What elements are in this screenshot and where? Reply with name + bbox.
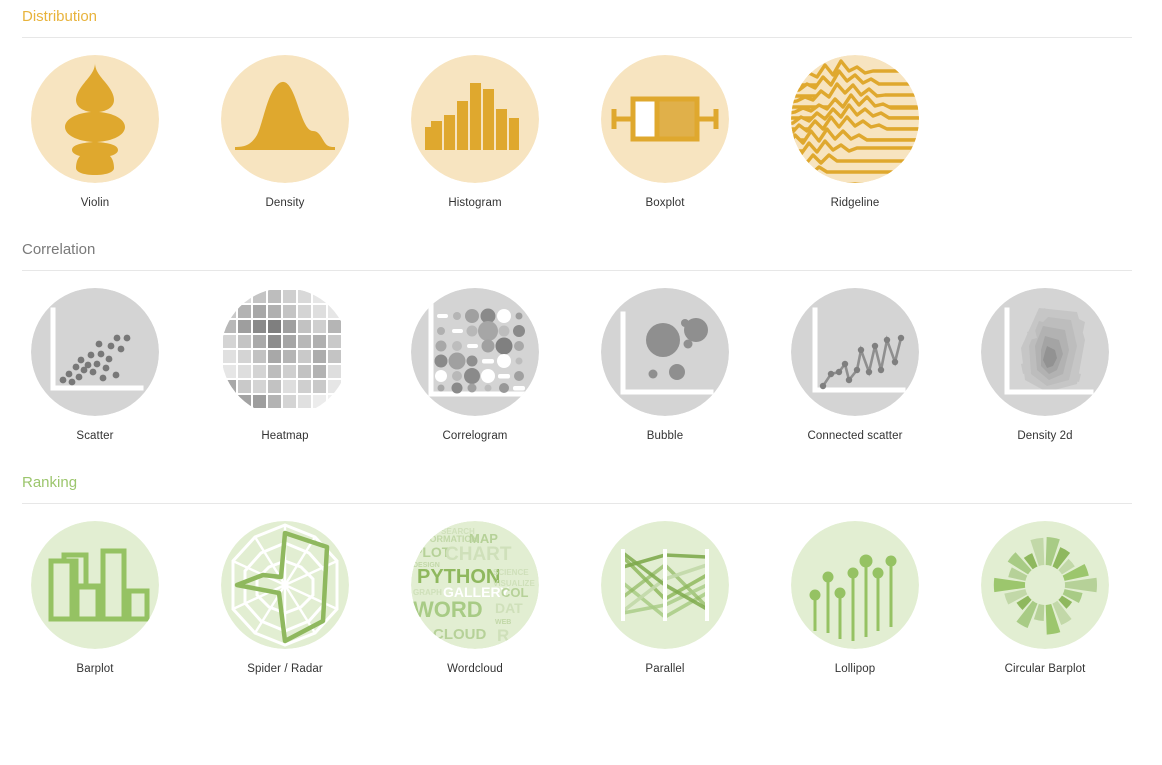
svg-text:WORD: WORD (413, 597, 483, 622)
section-ranking: Ranking Barplot Spider / Radar SEARCH IN… (0, 443, 1162, 676)
barplot-icon[interactable] (31, 521, 159, 649)
chart-card-histogram[interactable]: Histogram (380, 55, 570, 210)
chart-card-label: Circular Barplot (1004, 663, 1086, 675)
boxplot-icon[interactable] (601, 55, 729, 183)
chart-card-label: Histogram (448, 197, 502, 209)
ridgeline-icon[interactable] (791, 55, 919, 183)
svg-text:R: R (497, 626, 509, 645)
svg-text:WEB: WEB (495, 619, 511, 626)
circular-barplot-icon[interactable] (981, 521, 1109, 649)
chart-card-lollipop[interactable]: Lollipop (760, 521, 950, 676)
chart-card-barplot[interactable]: Barplot (0, 521, 190, 676)
chart-card-correlogram[interactable]: Correlogram (380, 288, 570, 443)
chart-card-label: Bubble (646, 430, 684, 442)
histogram-icon[interactable] (411, 55, 539, 183)
section-title-correlation: Correlation (22, 241, 96, 258)
chart-card-parallel[interactable]: Parallel (570, 521, 760, 676)
chart-card-label: Scatter (76, 430, 114, 442)
chart-card-boxplot[interactable]: Boxplot (570, 55, 760, 210)
svg-text:CHART: CHART (445, 544, 512, 565)
chart-card-label: Ridgeline (830, 197, 880, 209)
lollipop-icon[interactable] (791, 521, 919, 649)
chart-card-label: Spider / Radar (247, 663, 323, 675)
wordcloud-icon[interactable]: SEARCH INFORMATION MAP PLOT CHART DESIGN… (411, 521, 539, 649)
chart-card-spider-radar[interactable]: Spider / Radar (190, 521, 380, 676)
chart-gallery-page: Distribution Violin Density Histogram Bo… (0, 0, 1162, 765)
svg-text:SCIENCE: SCIENCE (493, 568, 529, 577)
chart-card-label: Heatmap (261, 430, 309, 442)
bubble-icon[interactable] (601, 288, 729, 416)
chart-card-circular-barplot[interactable]: Circular Barplot (950, 521, 1140, 676)
chart-card-violin[interactable]: Violin (0, 55, 190, 210)
svg-text:DAT: DAT (495, 600, 523, 616)
chart-card-bubble[interactable]: Bubble (570, 288, 760, 443)
chart-card-density[interactable]: Density (190, 55, 380, 210)
chart-card-label: Wordcloud (447, 663, 503, 675)
violin-icon[interactable] (31, 55, 159, 183)
scatter-icon[interactable] (31, 288, 159, 416)
correlogram-icon[interactable] (411, 288, 539, 416)
chart-card-label: Boxplot (645, 197, 685, 209)
chart-card-density-2d[interactable]: Density 2d (950, 288, 1140, 443)
connected-scatter-icon[interactable] (791, 288, 919, 416)
density-icon[interactable] (221, 55, 349, 183)
chart-card-ridgeline[interactable]: Ridgeline (760, 55, 950, 210)
chart-card-label: Density 2d (1017, 430, 1073, 442)
chart-row-correlation: Scatter Heatmap Correlogram Bubble Conne… (0, 271, 1162, 443)
chart-card-label: Correlogram (442, 430, 508, 442)
section-title-distribution: Distribution (22, 8, 98, 25)
chart-row-ranking: Barplot Spider / Radar SEARCH INFORMATIO… (0, 504, 1162, 676)
svg-text:CLOUD: CLOUD (433, 626, 486, 643)
section-distribution: Distribution Violin Density Histogram Bo… (0, 0, 1162, 210)
chart-card-wordcloud[interactable]: SEARCH INFORMATION MAP PLOT CHART DESIGN… (380, 521, 570, 676)
section-correlation: Correlation Scatter Heatmap Correlogram … (0, 210, 1162, 443)
chart-card-label: Parallel (645, 663, 685, 675)
parallel-icon[interactable] (601, 521, 729, 649)
chart-card-label: Density (265, 197, 305, 209)
chart-card-label: Barplot (76, 663, 114, 675)
svg-text:GRAPH: GRAPH (413, 588, 442, 597)
chart-card-label: Lollipop (834, 663, 876, 675)
spider-radar-icon[interactable] (221, 521, 349, 649)
chart-card-connected-scatter[interactable]: Connected scatter (760, 288, 950, 443)
section-title-ranking: Ranking (22, 474, 78, 491)
chart-card-scatter[interactable]: Scatter (0, 288, 190, 443)
chart-card-label: Connected scatter (807, 430, 903, 442)
heatmap-icon[interactable] (221, 288, 349, 416)
chart-row-distribution: Violin Density Histogram Boxplot Ridgeli… (0, 38, 1162, 210)
svg-text:COL: COL (501, 585, 529, 600)
chart-card-label: Violin (80, 197, 110, 209)
chart-card-heatmap[interactable]: Heatmap (190, 288, 380, 443)
density-2d-icon[interactable] (981, 288, 1109, 416)
